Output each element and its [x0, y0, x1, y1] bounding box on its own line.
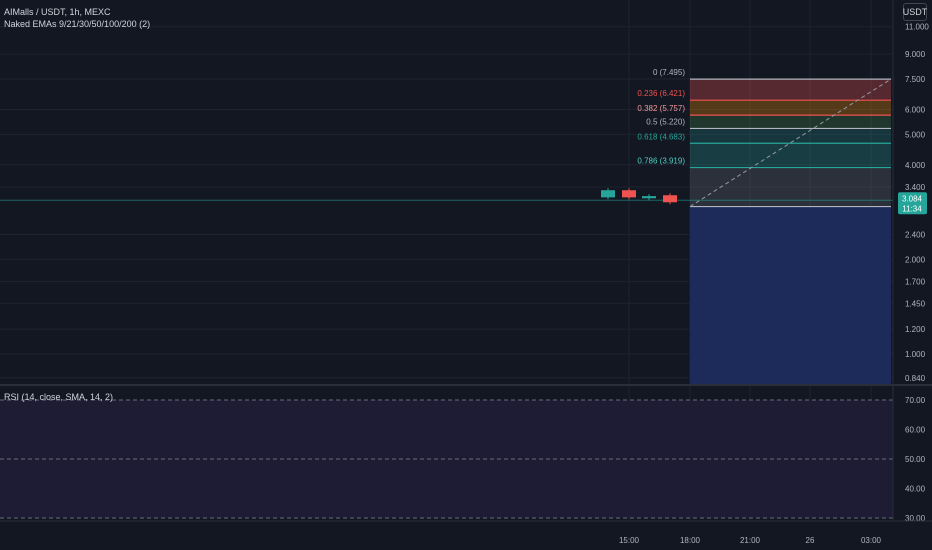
- fib-label: 0 (7.495): [653, 68, 685, 77]
- symbol-title[interactable]: AIMalls / USDT, 1h, MEXC: [4, 7, 111, 17]
- last-price-value: 3.084: [902, 194, 923, 203]
- currency-button[interactable]: USDT: [903, 3, 927, 21]
- rsi-tick-label: 30.00: [905, 514, 926, 523]
- projection-zone: [690, 206, 891, 384]
- fib-label: 0.236 (6.421): [637, 89, 685, 98]
- time-tick-label: 21:00: [740, 536, 761, 545]
- chart-root[interactable]: 0 (7.495) 0.236 (6.421) 0.382 (5.757) 0.5 (…: [0, 0, 932, 550]
- price-tick-label: 11.000: [905, 23, 929, 32]
- candle: [663, 195, 677, 203]
- price-tick-label: 6.000: [905, 105, 926, 114]
- rsi-tick-label: 60.00: [905, 426, 926, 435]
- price-tick-label: 5.000: [905, 130, 926, 139]
- time-tick-label: 18:00: [680, 536, 701, 545]
- fib-label: 0.618 (4.683): [637, 132, 685, 141]
- candle: [601, 190, 615, 198]
- time-tick-label: 03:00: [861, 536, 882, 545]
- price-tick-label: 2.000: [905, 255, 926, 264]
- candle: [642, 196, 656, 199]
- price-tick-label: 1.450: [905, 299, 926, 308]
- rsi-tick-label: 50.00: [905, 455, 926, 464]
- fib-label: 0.786 (3.919): [637, 157, 685, 166]
- fib-label: 0.382 (5.757): [637, 104, 685, 113]
- price-tick-label: 1.200: [905, 325, 926, 334]
- price-tick-label: 0.840: [905, 374, 926, 383]
- indicator-legend[interactable]: Naked EMAs 9/21/30/50/100/200 (2): [4, 19, 150, 29]
- fib-zone: [690, 115, 891, 129]
- fib-label: 0.5 (5.220): [646, 117, 685, 126]
- fib-zone: [690, 79, 891, 101]
- price-tick-label: 7.500: [905, 75, 926, 84]
- price-tick-label: 3.400: [905, 183, 926, 192]
- price-tick-label: 1.000: [905, 350, 926, 359]
- price-tick-label: 9.000: [905, 50, 926, 59]
- price-countdown: 11:34: [902, 204, 922, 213]
- rsi-legend[interactable]: RSI (14, close, SMA, 14, 2): [4, 392, 113, 402]
- rsi-tick-label: 70.00: [905, 396, 926, 405]
- fib-zone: [690, 143, 891, 168]
- price-tick-label: 1.700: [905, 278, 926, 287]
- fib-zone: [690, 128, 891, 144]
- candle: [622, 190, 636, 198]
- price-tick-label: 2.400: [905, 231, 926, 240]
- time-tick-label: 26: [806, 536, 815, 545]
- chart-canvas[interactable]: 0 (7.495) 0.236 (6.421) 0.382 (5.757) 0.5 (…: [0, 0, 932, 550]
- time-tick-label: 15:00: [619, 536, 640, 545]
- fib-zone: [690, 100, 891, 116]
- price-tick-label: 4.000: [905, 161, 926, 170]
- rsi-tick-label: 40.00: [905, 485, 926, 494]
